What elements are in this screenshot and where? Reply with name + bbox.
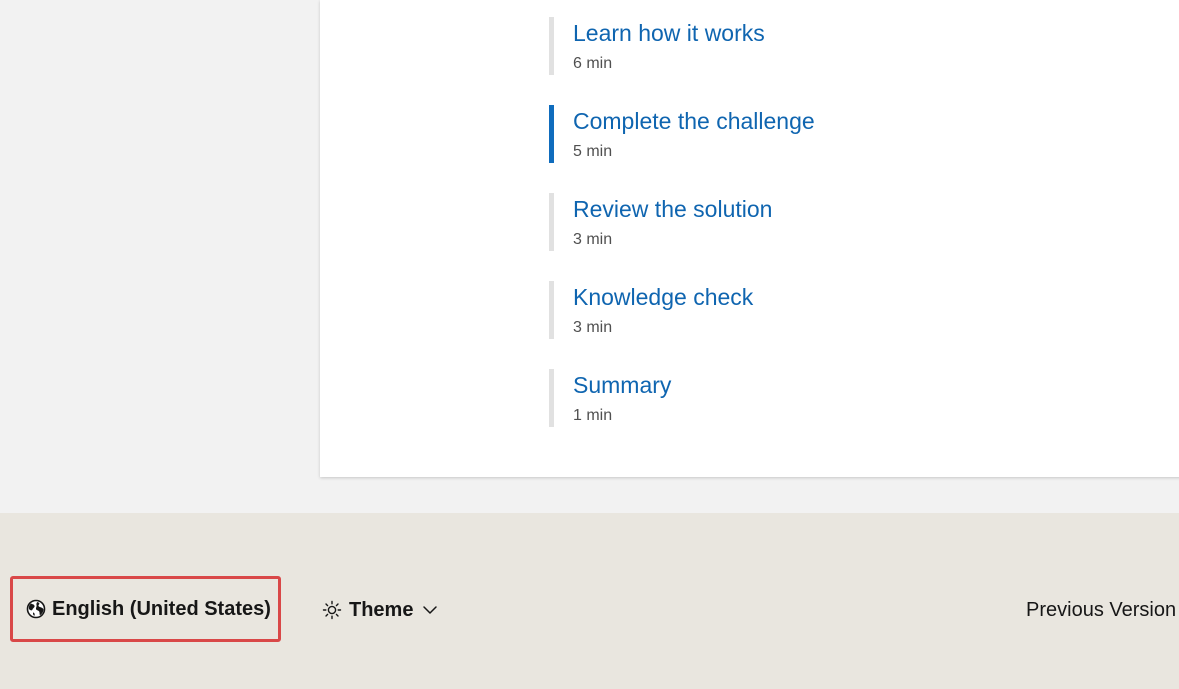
unit-progress-bar (549, 17, 554, 75)
unit-duration: 1 min (573, 407, 613, 424)
locale-label: English (United States) (52, 597, 271, 620)
theme-selector-button[interactable]: Theme (322, 596, 438, 624)
unit-duration: 3 min (573, 319, 613, 336)
unit-progress-bar (549, 281, 554, 339)
unit-progress-bar (549, 193, 554, 251)
sun-icon (322, 600, 342, 620)
unit-link-learn-how-it-works[interactable]: Learn how it works (573, 17, 815, 49)
theme-label: Theme (349, 598, 414, 621)
unit-duration: 3 min (573, 231, 613, 248)
unit-link-summary[interactable]: Summary (573, 369, 815, 401)
page-footer: English (United States) Theme Previous V… (0, 513, 1179, 689)
module-units-card: Learn how it works 6 min Complete the ch… (320, 0, 1179, 477)
unit-list: Learn how it works 6 min Complete the ch… (549, 17, 815, 457)
previous-versions-link[interactable]: Previous Version (1026, 599, 1176, 622)
unit-duration: 5 min (573, 143, 613, 160)
locale-selector-button[interactable]: English (United States) (10, 576, 281, 642)
unit-item: Knowledge check 3 min (549, 281, 815, 339)
unit-item: Review the solution 3 min (549, 193, 815, 251)
unit-progress-bar-active (549, 105, 554, 163)
unit-item: Summary 1 min (549, 369, 815, 427)
unit-duration: 6 min (573, 55, 613, 72)
unit-item: Complete the challenge 5 min (549, 105, 815, 163)
unit-link-knowledge-check[interactable]: Knowledge check (573, 281, 815, 313)
unit-link-review-the-solution[interactable]: Review the solution (573, 193, 815, 225)
unit-link-complete-the-challenge[interactable]: Complete the challenge (573, 105, 815, 137)
globe-icon (26, 599, 46, 619)
unit-progress-bar (549, 369, 554, 427)
chevron-down-icon (422, 602, 438, 618)
unit-item: Learn how it works 6 min (549, 17, 815, 75)
